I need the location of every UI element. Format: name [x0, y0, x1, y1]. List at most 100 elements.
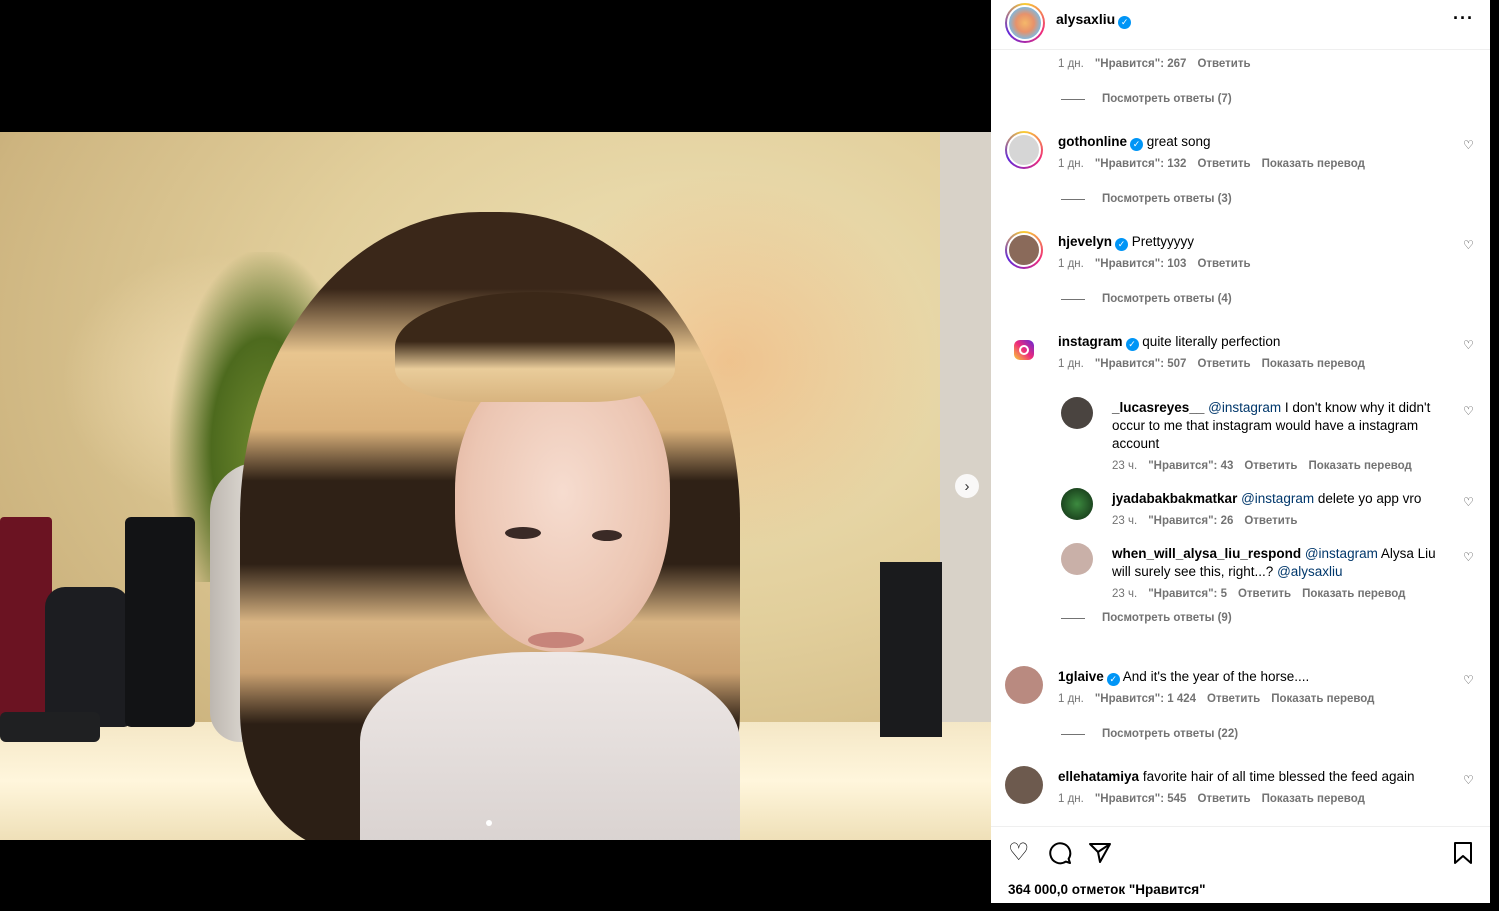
view-replies-button[interactable]: Посмотреть ответы (3): [1061, 193, 1232, 205]
translate-button[interactable]: Показать перевод: [1262, 358, 1365, 370]
comment-username[interactable]: hjevelyn: [1058, 234, 1112, 249]
mention-link[interactable]: @instagram: [1305, 546, 1378, 561]
more-options-icon[interactable]: ···: [1453, 8, 1474, 29]
heart-icon[interactable]: ♡: [1463, 550, 1474, 564]
view-replies-label[interactable]: Посмотреть ответы (22): [1102, 728, 1238, 740]
view-replies-button[interactable]: Посмотреть ответы (7): [1061, 93, 1232, 105]
mention-link[interactable]: @alysaxliu: [1277, 564, 1342, 579]
reply-username[interactable]: jyadabakbakmatkar: [1112, 491, 1237, 506]
reply-button[interactable]: Ответить: [1197, 58, 1250, 70]
view-replies-line: [1061, 98, 1085, 100]
carousel-dots: [486, 820, 492, 826]
translate-button[interactable]: Показать перевод: [1271, 693, 1374, 705]
view-replies-label[interactable]: Посмотреть ответы (4): [1102, 293, 1232, 305]
photo-face: [455, 362, 670, 652]
comment-username[interactable]: gothonline: [1058, 134, 1127, 149]
post-likes-count[interactable]: 364 000,0 отметок "Нравится": [1008, 882, 1206, 897]
reply-likes[interactable]: "Нравится": 43: [1148, 460, 1233, 472]
heart-icon[interactable]: ♡: [1463, 138, 1474, 152]
reply-button[interactable]: Ответить: [1197, 158, 1250, 170]
comment-likes[interactable]: "Нравится": 1 424: [1095, 693, 1196, 705]
comment-avatar[interactable]: [1005, 331, 1043, 369]
reply-avatar[interactable]: [1061, 543, 1093, 575]
comment-body: And it's the year of the horse....: [1122, 669, 1310, 684]
comment-body: quite literally perfection: [1142, 334, 1281, 349]
comment-time: 1 дн.: [1058, 258, 1084, 270]
bookmark-icon[interactable]: [1453, 841, 1473, 870]
heart-icon[interactable]: ♡: [1463, 673, 1474, 687]
verified-badge-icon: ✓: [1106, 673, 1120, 686]
reply-text: jyadabakbakmatkar @instagram delete yo a…: [1112, 490, 1452, 508]
reply-button[interactable]: Ответить: [1197, 793, 1250, 805]
reply-button[interactable]: Ответить: [1238, 588, 1291, 600]
comment-avatar[interactable]: [1005, 131, 1043, 169]
view-replies-label[interactable]: Посмотреть ответы (9): [1102, 612, 1232, 624]
mention-link[interactable]: @instagram: [1241, 491, 1314, 506]
comment-likes[interactable]: "Нравится": 103: [1095, 258, 1187, 270]
comment-text: 1glaive ✓ And it's the year of the horse.…: [1058, 668, 1448, 686]
view-replies-button[interactable]: Посмотреть ответы (9): [1061, 612, 1232, 624]
post-photo[interactable]: [0, 132, 991, 840]
comment-meta: 1 дн. "Нравится": 103 Ответить: [1058, 258, 1251, 270]
reply-avatar[interactable]: [1061, 488, 1093, 520]
reply-username[interactable]: _lucasreyes__: [1112, 400, 1204, 415]
photo-bangs: [395, 292, 675, 402]
photo-product: [125, 517, 195, 727]
reply-button[interactable]: Ответить: [1197, 358, 1250, 370]
comment-text: instagram ✓ quite literally perfection: [1058, 333, 1448, 351]
verified-badge-icon: ✓: [1115, 238, 1129, 251]
post-header: alysaxliu ✓ ···: [991, 0, 1490, 50]
comment-username[interactable]: instagram: [1058, 334, 1123, 349]
reply-avatar[interactable]: [1061, 397, 1093, 429]
photo-shirt: [360, 652, 740, 840]
carousel-dot-active: [486, 820, 492, 826]
view-replies-button[interactable]: Посмотреть ответы (22): [1061, 728, 1238, 740]
comment-likes[interactable]: "Нравится": 267: [1095, 58, 1187, 70]
window-edge: [991, 903, 1490, 911]
next-slide-icon[interactable]: ›: [955, 474, 979, 498]
author-username[interactable]: alysaxliu ✓: [1056, 11, 1132, 29]
reply-meta: 23 ч. "Нравится": 26 Ответить: [1112, 515, 1298, 527]
reply-button[interactable]: Ответить: [1244, 460, 1297, 472]
translate-button[interactable]: Показать перевод: [1262, 793, 1365, 805]
photo-product: [45, 587, 130, 727]
comment-icon[interactable]: [1048, 841, 1072, 870]
heart-icon[interactable]: ♡: [1463, 495, 1474, 509]
view-replies-button[interactable]: Посмотреть ответы (4): [1061, 293, 1232, 305]
comment-avatar[interactable]: [1005, 231, 1043, 269]
comment-username[interactable]: ellehatamiya: [1058, 769, 1139, 784]
heart-icon[interactable]: ♡: [1463, 773, 1474, 787]
heart-icon[interactable]: ♡: [1463, 238, 1474, 252]
share-icon[interactable]: [1088, 841, 1112, 870]
comment-avatar[interactable]: [1005, 766, 1043, 804]
heart-icon[interactable]: ♡: [1008, 841, 1030, 865]
heart-icon[interactable]: ♡: [1463, 404, 1474, 418]
reply-button[interactable]: Ответить: [1197, 258, 1250, 270]
comment-avatar[interactable]: [1005, 666, 1043, 704]
post-side-panel: alysaxliu ✓ ··· 1 дн. "Нравится": 267 Отв…: [991, 0, 1490, 903]
comment-likes[interactable]: "Нравится": 507: [1095, 358, 1187, 370]
photo-comb: [0, 712, 100, 742]
heart-icon[interactable]: ♡: [1463, 338, 1474, 352]
verified-badge-icon: ✓: [1118, 16, 1132, 29]
comment-likes[interactable]: "Нравится": 132: [1095, 158, 1187, 170]
reply-likes[interactable]: "Нравится": 26: [1148, 515, 1233, 527]
mention-link[interactable]: @instagram: [1208, 400, 1281, 415]
reply-likes[interactable]: "Нравится": 5: [1148, 588, 1227, 600]
comments-list[interactable]: 1 дн. "Нравится": 267 Ответить Посмотрет…: [991, 51, 1490, 826]
reply-button[interactable]: Ответить: [1244, 515, 1297, 527]
view-replies-label[interactable]: Посмотреть ответы (7): [1102, 93, 1232, 105]
translate-button[interactable]: Показать перевод: [1309, 460, 1412, 472]
translate-button[interactable]: Показать перевод: [1302, 588, 1405, 600]
comment-username[interactable]: 1glaive: [1058, 669, 1104, 684]
translate-button[interactable]: Показать перевод: [1262, 158, 1365, 170]
author-avatar[interactable]: [1005, 3, 1045, 43]
reply-body: delete yo app vro: [1317, 491, 1422, 506]
reply-username[interactable]: when_will_alysa_liu_respond: [1112, 546, 1301, 561]
reply-button[interactable]: Ответить: [1207, 693, 1260, 705]
view-replies-label[interactable]: Посмотреть ответы (3): [1102, 193, 1232, 205]
author-username-text[interactable]: alysaxliu: [1056, 11, 1115, 27]
comment-likes[interactable]: "Нравится": 545: [1095, 793, 1187, 805]
view-replies-line: [1061, 733, 1085, 735]
reply-time: 23 ч.: [1112, 515, 1138, 527]
